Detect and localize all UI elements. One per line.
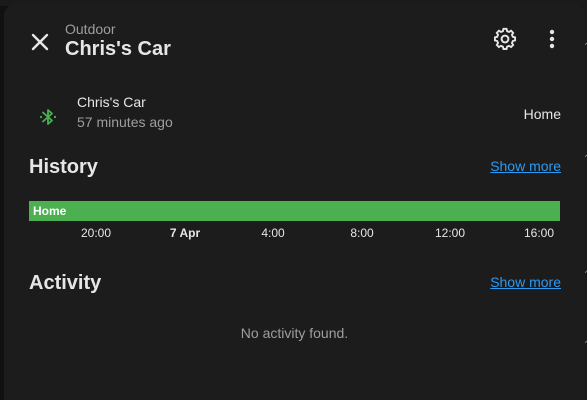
history-timeline-bar[interactable]: Home [29, 201, 560, 221]
activity-empty-message: No activity found. [240, 325, 349, 341]
time-tick-label: 8:00 [350, 226, 374, 240]
bluetooth-icon [37, 106, 59, 128]
entity-name: Chris's Car [77, 94, 146, 110]
time-tick-label: 4:00 [261, 226, 285, 240]
time-tick-label: 12:00 [434, 226, 466, 240]
gear-icon [493, 27, 517, 50]
history-time-axis: 20:00 7 Apr 4:00 8:00 12:00 16:00 [4, 226, 585, 242]
close-button[interactable] [26, 28, 54, 56]
entity-state: Home [523, 106, 561, 122]
activity-title: Activity [29, 272, 102, 294]
settings-button[interactable] [491, 25, 519, 53]
close-icon [31, 33, 49, 51]
more-options-button[interactable] [541, 25, 563, 53]
activity-show-more-link[interactable]: Show more [490, 274, 561, 290]
history-show-more-link[interactable]: Show more [490, 158, 561, 174]
history-bar-label: Home [33, 204, 67, 218]
dialog-title: Chris's Car [65, 38, 171, 60]
time-tick-label: 20:00 [80, 226, 112, 240]
area-name: Outdoor [65, 21, 116, 37]
date-tick-label: 7 Apr [169, 226, 201, 240]
entity-last-changed: 57 minutes ago [77, 114, 173, 130]
history-title: History [29, 156, 98, 178]
time-tick-label: 16:00 [523, 226, 555, 240]
entity-row[interactable]: Chris's Car 57 minutes ago Home [4, 88, 585, 140]
more-info-dialog: Outdoor Chris's Car Chris's Car 57 minut… [4, 4, 585, 400]
more-vertical-icon [549, 29, 555, 49]
